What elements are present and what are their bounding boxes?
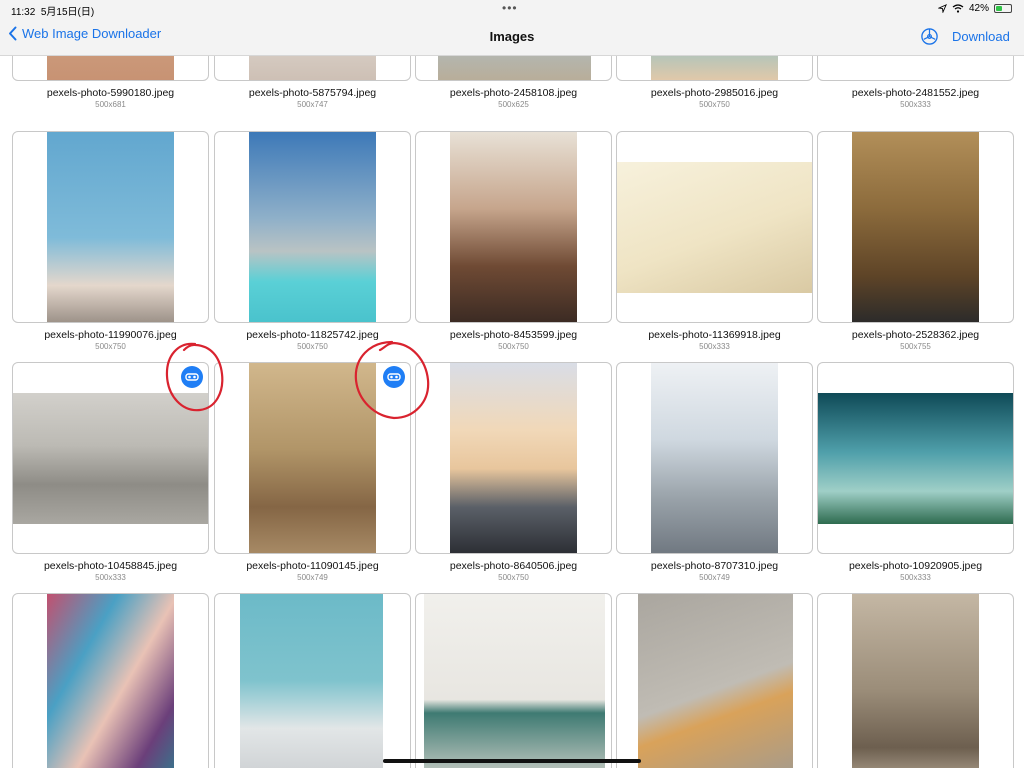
selected-badge-icon[interactable] (181, 366, 203, 388)
image-dimensions: 500x681 (95, 100, 126, 109)
photo (651, 56, 778, 80)
home-indicator[interactable] (383, 759, 641, 763)
photo (47, 132, 174, 322)
image-dimensions: 500x755 (900, 342, 931, 351)
back-button-label: Web Image Downloader (22, 26, 162, 41)
image-filename: pexels-photo-2985016.jpeg (650, 87, 779, 99)
photo (47, 594, 174, 768)
photo (852, 132, 979, 322)
photo (450, 132, 577, 322)
photo (249, 363, 376, 553)
image-filename: pexels-photo-11825742.jpeg (246, 329, 379, 341)
image-filename: pexels-photo-2528362.jpeg (851, 329, 980, 341)
image-thumbnail[interactable] (415, 362, 612, 554)
image-filename: pexels-photo-11090145.jpeg (246, 560, 379, 572)
image-thumbnail[interactable] (616, 362, 813, 554)
back-button[interactable]: Web Image Downloader (8, 26, 161, 41)
status-indicators: 42% (937, 3, 1012, 14)
image-grid: pexels-photo-5990180.jpeg 500x681 pexels-p… (0, 56, 1024, 768)
photo (47, 56, 174, 80)
battery-percent: 42% (968, 3, 989, 14)
photo (424, 594, 605, 768)
photo (13, 393, 208, 524)
image-dimensions: 500x333 (699, 342, 730, 351)
image-thumbnail[interactable] (817, 593, 1014, 768)
photo (617, 162, 812, 293)
image-filename: pexels-photo-10458845.jpeg (43, 560, 178, 572)
photo (438, 56, 591, 80)
status-date: 5月15日(日) (40, 7, 95, 18)
image-thumbnail[interactable] (12, 593, 209, 768)
status-bar: 11:32 5月15日(日) ••• 42% (0, 0, 1024, 18)
image-filename: pexels-photo-5875794.jpeg (248, 87, 377, 99)
battery-icon (994, 4, 1012, 13)
image-filename: pexels-photo-11369918.jpeg (648, 329, 781, 341)
image-thumbnail[interactable] (214, 131, 411, 323)
image-dimensions: 500x749 (297, 573, 328, 582)
image-thumbnail[interactable] (616, 56, 813, 81)
image-filename: pexels-photo-5990180.jpeg (46, 87, 175, 99)
photo (249, 56, 376, 80)
image-dimensions: 500x333 (900, 100, 931, 109)
image-thumbnail[interactable] (12, 362, 209, 554)
image-thumbnail[interactable] (214, 362, 411, 554)
settings-icon[interactable] (920, 27, 939, 46)
status-time: 11:32 5月15日(日) (11, 7, 95, 18)
photo (638, 594, 793, 768)
image-thumbnail[interactable] (415, 131, 612, 323)
image-dimensions: 500x749 (699, 573, 730, 582)
photo (852, 594, 979, 768)
image-filename: pexels-photo-8707310.jpeg (650, 560, 779, 572)
image-dimensions: 500x750 (297, 342, 328, 351)
image-filename: pexels-photo-2481552.jpeg (851, 87, 980, 99)
image-thumbnail[interactable] (616, 131, 813, 323)
photo (240, 594, 383, 768)
image-filename: pexels-photo-2458108.jpeg (449, 87, 578, 99)
chevron-left-icon (9, 26, 17, 41)
image-thumbnail[interactable] (415, 56, 612, 81)
image-dimensions: 500x750 (498, 342, 529, 351)
wifi-icon (952, 4, 964, 13)
image-dimensions: 500x747 (297, 100, 328, 109)
image-thumbnail[interactable] (214, 56, 411, 81)
image-filename: pexels-photo-8453599.jpeg (449, 329, 578, 341)
image-thumbnail[interactable] (12, 131, 209, 323)
image-thumbnail[interactable] (616, 593, 813, 768)
selected-badge-icon[interactable] (383, 366, 405, 388)
image-filename: pexels-photo-10920905.jpeg (848, 560, 983, 572)
image-filename: pexels-photo-8640506.jpeg (449, 560, 578, 572)
image-dimensions: 500x625 (498, 100, 529, 109)
image-dimensions: 500x333 (95, 573, 126, 582)
multitasking-dots-icon[interactable]: ••• (502, 1, 518, 15)
image-dimensions: 500x750 (95, 342, 126, 351)
photo (249, 132, 376, 322)
image-thumbnail[interactable] (12, 56, 209, 81)
image-thumbnail[interactable] (415, 593, 612, 768)
image-thumbnail[interactable] (817, 56, 1014, 81)
photo (651, 363, 778, 553)
image-dimensions: 500x750 (699, 100, 730, 109)
image-thumbnail[interactable] (214, 593, 411, 768)
image-dimensions: 500x333 (900, 573, 931, 582)
image-thumbnail[interactable] (817, 362, 1014, 554)
image-thumbnail[interactable] (817, 131, 1014, 323)
photo (818, 393, 1013, 524)
download-button[interactable]: Download (952, 29, 1010, 44)
photo (450, 363, 577, 553)
navigation-bar: Web Image Downloader Images Download (0, 18, 1024, 56)
image-dimensions: 500x750 (498, 573, 529, 582)
image-filename: pexels-photo-11990076.jpeg (44, 329, 177, 341)
location-icon (937, 4, 947, 13)
